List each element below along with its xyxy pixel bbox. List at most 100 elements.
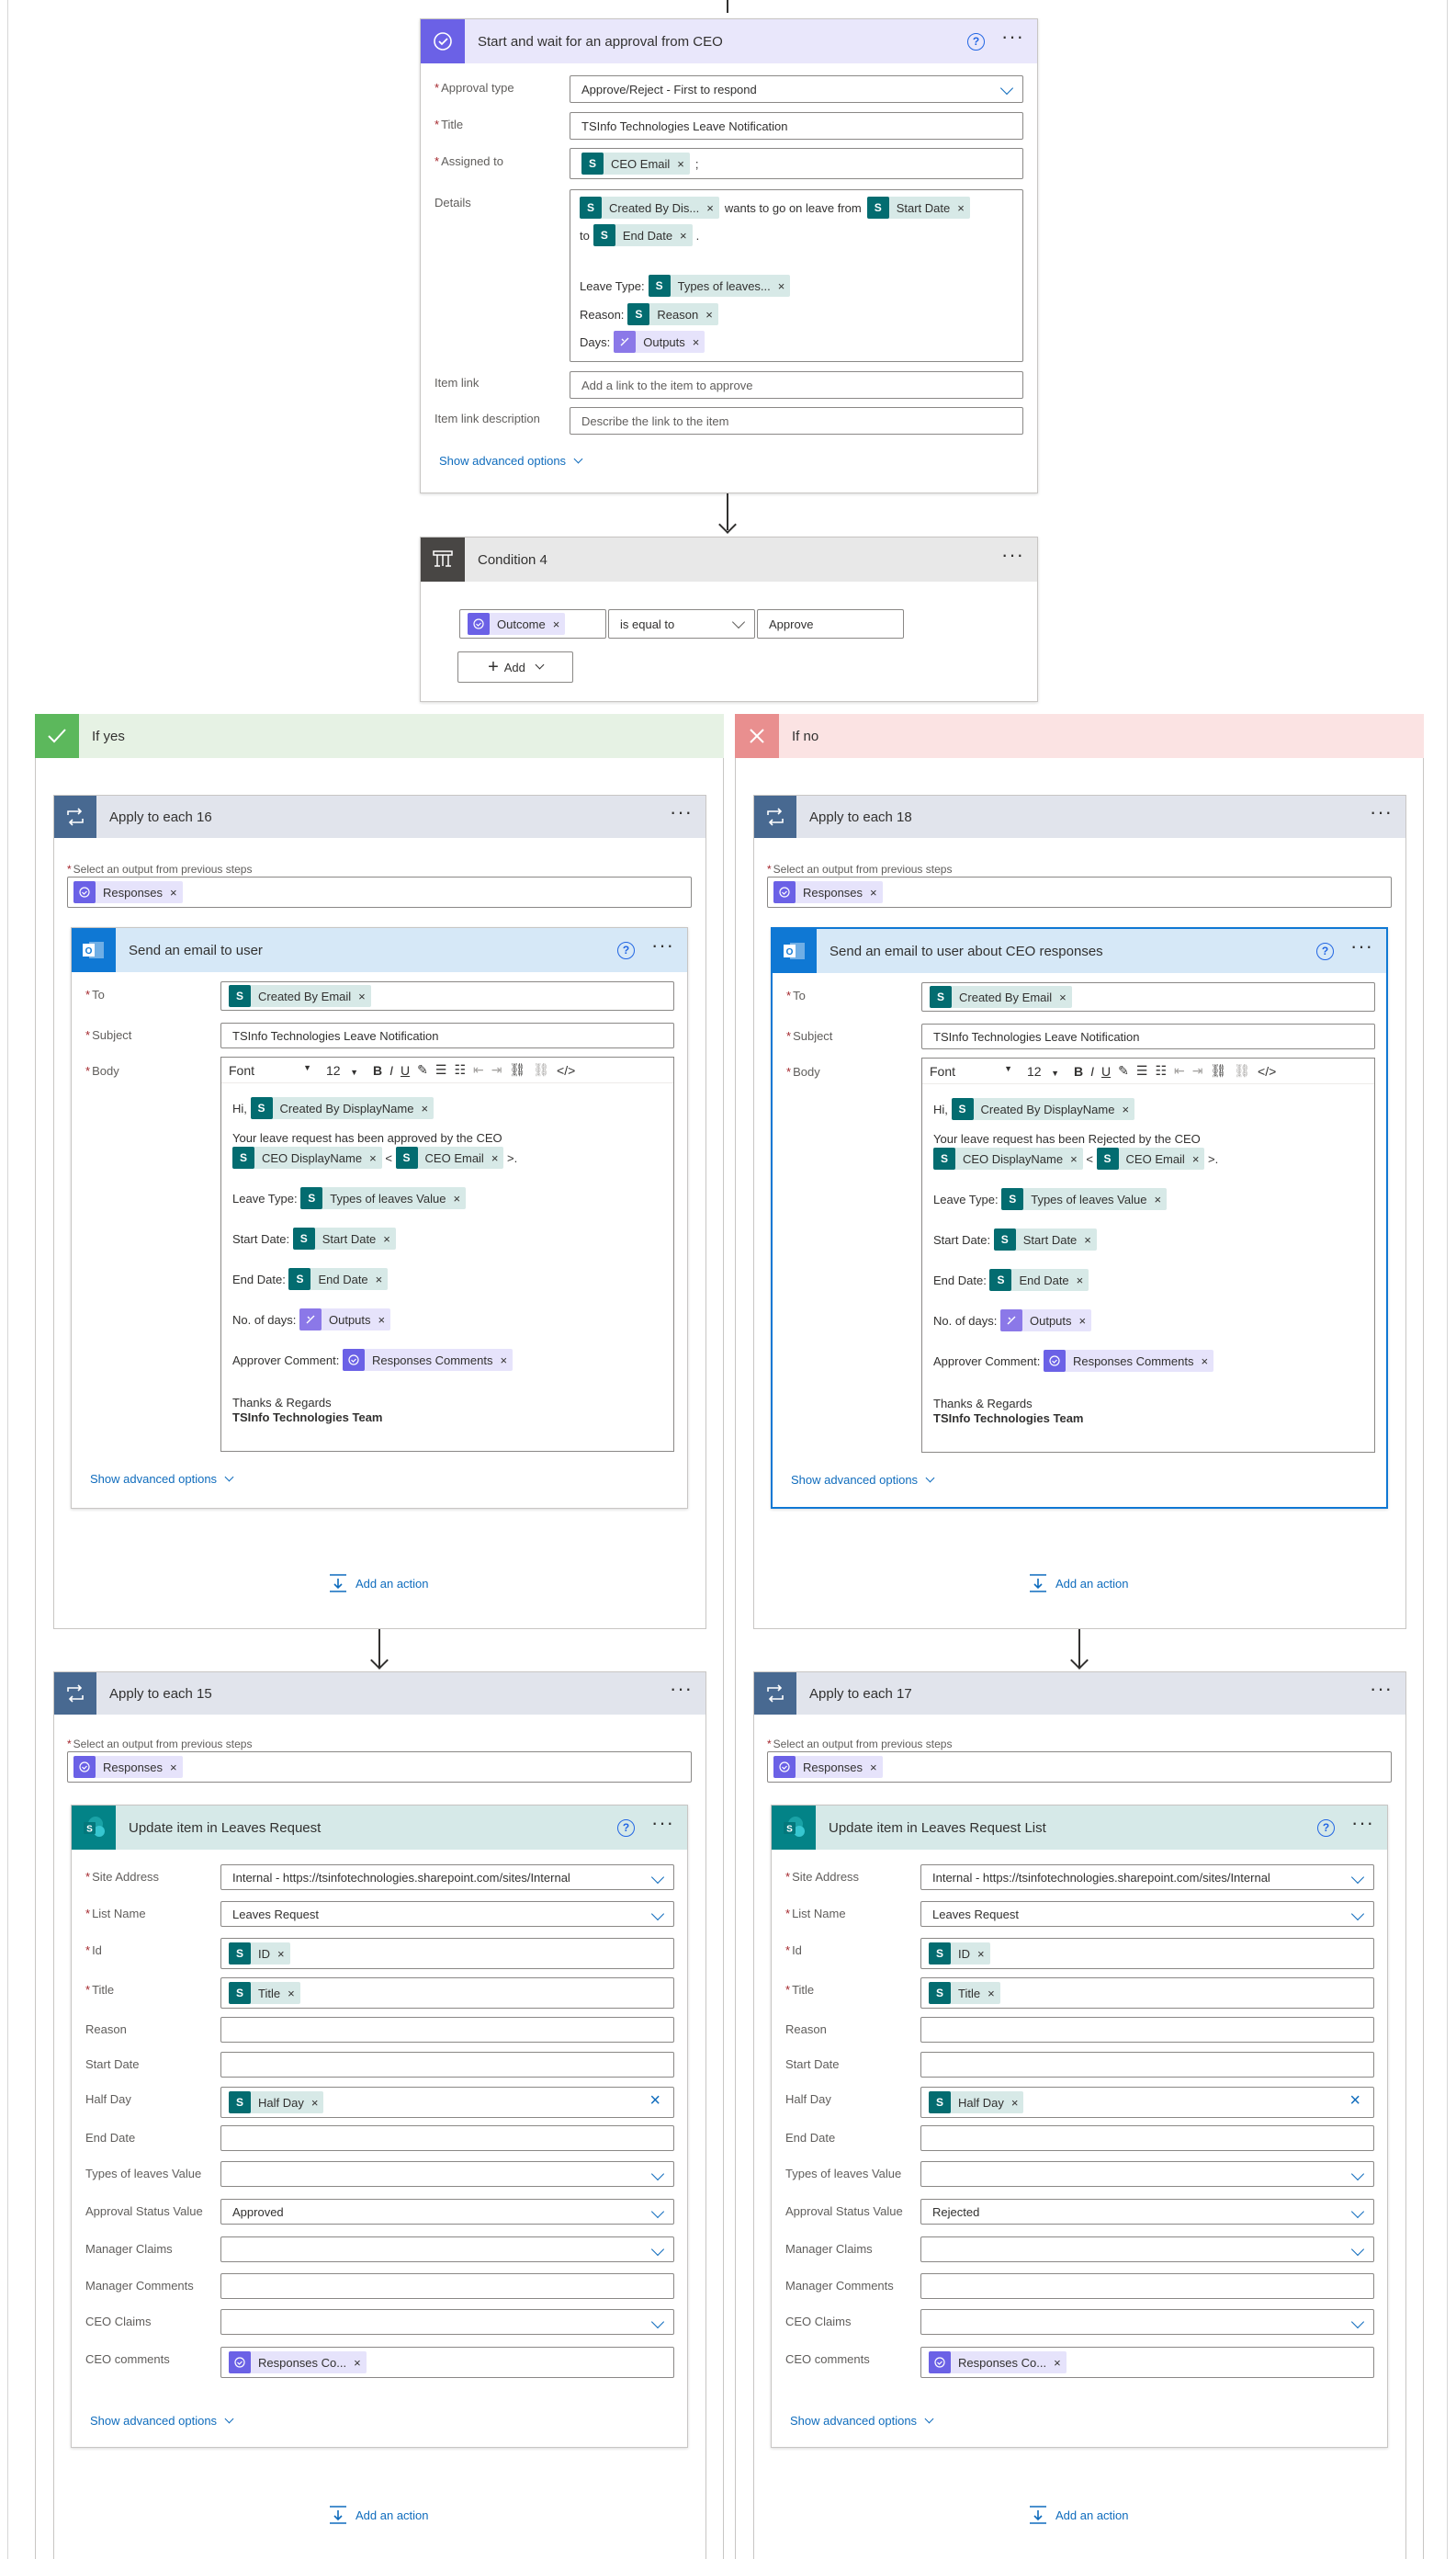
responses-token[interactable]: Responses ×: [773, 1756, 883, 1778]
start-input[interactable]: [220, 2052, 674, 2078]
bold-icon[interactable]: B: [1074, 1064, 1083, 1079]
more-options-icon[interactable]: ···: [1351, 1813, 1374, 1837]
responses-token[interactable]: Responses ×: [73, 881, 183, 903]
created-by-email-token[interactable]: S Created By Email ×: [229, 985, 371, 1007]
email-header[interactable]: O Send an email to user about CEO respon…: [773, 929, 1386, 973]
underline-icon[interactable]: U: [401, 1063, 410, 1078]
more-options-icon[interactable]: ···: [1370, 1679, 1393, 1703]
help-icon[interactable]: ?: [1317, 1818, 1336, 1837]
token[interactable]: Responses Co... ×: [929, 2351, 1067, 2373]
more-options-icon[interactable]: ···: [651, 1813, 674, 1837]
code-view-icon[interactable]: </>: [1258, 1064, 1276, 1079]
mclaims-select[interactable]: [920, 2236, 1374, 2262]
more-options-icon[interactable]: ···: [651, 935, 674, 959]
reason-input[interactable]: [920, 2017, 1374, 2043]
numbered-list-icon[interactable]: ☷: [1155, 1063, 1167, 1079]
decrease-indent-icon[interactable]: ⇤: [1174, 1063, 1185, 1079]
show-advanced-options-link[interactable]: Show advanced options: [790, 2414, 934, 2428]
help-icon[interactable]: ?: [617, 941, 636, 959]
ccomments-input[interactable]: Responses Co... ×: [920, 2347, 1374, 2378]
ccomments-input[interactable]: Responses Co... ×: [220, 2347, 674, 2378]
loop-header[interactable]: Apply to each 15 ···: [54, 1672, 705, 1715]
types-select[interactable]: [920, 2161, 1374, 2187]
add-an-action-button[interactable]: Add an action: [328, 2505, 429, 2525]
unlink-icon[interactable]: ⛓: [1234, 1063, 1250, 1079]
update-item-header[interactable]: S Update item in Leaves Request List ? ·…: [772, 1806, 1387, 1850]
start-input[interactable]: [920, 2052, 1374, 2078]
code-view-icon[interactable]: </>: [557, 1063, 575, 1078]
link-icon[interactable]: ⛓: [1210, 1063, 1226, 1079]
reason-input[interactable]: [220, 2017, 674, 2043]
help-icon[interactable]: ?: [1316, 942, 1335, 960]
bulleted-list-icon[interactable]: ☰: [1136, 1063, 1148, 1079]
id-input[interactable]: S ID ×: [920, 1938, 1374, 1969]
italic-icon[interactable]: I: [1090, 1064, 1094, 1079]
half-input[interactable]: S Half Day × ×: [220, 2087, 674, 2118]
help-icon[interactable]: ?: [617, 1818, 636, 1837]
loop-header[interactable]: Apply to each 16 ···: [54, 796, 705, 838]
list-select[interactable]: Leaves Request: [220, 1901, 674, 1927]
select-output-input[interactable]: Responses ×: [767, 877, 1392, 908]
status-select[interactable]: Approved: [220, 2199, 674, 2225]
increase-indent-icon[interactable]: ⇥: [491, 1062, 502, 1078]
end-input[interactable]: [920, 2125, 1374, 2151]
select-output-input[interactable]: Responses ×: [767, 1751, 1392, 1783]
add-an-action-button[interactable]: Add an action: [328, 1573, 429, 1593]
font-select[interactable]: Font ▼: [930, 1064, 1020, 1079]
token[interactable]: S Half Day ×: [229, 2091, 324, 2113]
select-output-input[interactable]: Responses ×: [67, 1751, 692, 1783]
responses-token[interactable]: Responses ×: [773, 881, 883, 903]
more-options-icon[interactable]: ···: [1350, 936, 1373, 960]
link-icon[interactable]: ⛓: [509, 1062, 525, 1078]
font-select[interactable]: Font ▼: [229, 1063, 319, 1078]
apply-to-each-loop[interactable]: Apply to each 15 ··· * Select an output f…: [53, 1671, 706, 2559]
apply-to-each-loop[interactable]: Apply to each 18 ··· * Select an output f…: [753, 795, 1406, 1629]
unlink-icon[interactable]: ⛓: [533, 1062, 549, 1078]
font-size-select[interactable]: 12 ▼: [326, 1063, 366, 1078]
highlight-icon[interactable]: ✎: [1118, 1063, 1129, 1079]
token[interactable]: S Title ×: [929, 1982, 1000, 2004]
numbered-list-icon[interactable]: ☷: [454, 1062, 466, 1078]
font-size-select[interactable]: 12 ▼: [1027, 1064, 1067, 1079]
select-output-input[interactable]: Responses ×: [67, 877, 692, 908]
subject-input[interactable]: TSInfo Technologies Leave Notification: [220, 1023, 674, 1048]
highlight-icon[interactable]: ✎: [417, 1062, 428, 1078]
types-select[interactable]: [220, 2161, 674, 2187]
decrease-indent-icon[interactable]: ⇤: [473, 1062, 484, 1078]
mclaims-select[interactable]: [220, 2236, 674, 2262]
show-advanced-options-link[interactable]: Show advanced options: [90, 2414, 234, 2428]
more-options-icon[interactable]: ···: [670, 802, 693, 826]
increase-indent-icon[interactable]: ⇥: [1192, 1063, 1203, 1079]
update-item-header[interactable]: S Update item in Leaves Request ? ···: [72, 1806, 687, 1850]
bulleted-list-icon[interactable]: ☰: [435, 1062, 447, 1078]
status-select[interactable]: Rejected: [920, 2199, 1374, 2225]
add-an-action-button[interactable]: Add an action: [1028, 1573, 1129, 1593]
loop-header[interactable]: Apply to each 18 ···: [754, 796, 1405, 838]
underline-icon[interactable]: U: [1101, 1064, 1111, 1079]
title-input[interactable]: S Title ×: [220, 1977, 674, 2009]
apply-to-each-loop[interactable]: Apply to each 17 ··· * Select an output f…: [753, 1671, 1406, 2559]
body-editor[interactable]: Font ▼ 12 ▼ B I U ✎ ☰ ☷ ⇤ ⇥ ⛓ ⛓ </> Hi, S…: [921, 1058, 1375, 1453]
mcomments-input[interactable]: [920, 2273, 1374, 2299]
mcomments-input[interactable]: [220, 2273, 674, 2299]
id-input[interactable]: S ID ×: [220, 1938, 674, 1969]
send-email-card[interactable]: O Send an email to user ? ··· * To S Creat…: [71, 927, 688, 1509]
token[interactable]: S Half Day ×: [929, 2091, 1024, 2113]
created-by-email-token[interactable]: S Created By Email ×: [930, 986, 1072, 1008]
cclaims-select[interactable]: [920, 2309, 1374, 2335]
site-select[interactable]: Internal - https://tsinfotechnologies.sh…: [920, 1864, 1374, 1890]
email-header[interactable]: O Send an email to user ? ···: [72, 928, 687, 972]
update-item-card[interactable]: S Update item in Leaves Request List ? ·…: [771, 1805, 1388, 2448]
italic-icon[interactable]: I: [389, 1063, 393, 1078]
cclaims-select[interactable]: [220, 2309, 674, 2335]
token[interactable]: Responses Co... ×: [229, 2351, 367, 2373]
to-input[interactable]: S Created By Email ×: [921, 982, 1375, 1012]
token[interactable]: S ID ×: [929, 1942, 990, 1965]
half-input[interactable]: S Half Day × ×: [920, 2087, 1374, 2118]
add-an-action-button[interactable]: Add an action: [1028, 2505, 1129, 2525]
show-advanced-options-link[interactable]: Show advanced options: [791, 1473, 935, 1487]
to-input[interactable]: S Created By Email ×: [220, 981, 674, 1011]
token[interactable]: S ID ×: [229, 1942, 290, 1965]
clear-icon[interactable]: ×: [1349, 2090, 1360, 2112]
show-advanced-options-link[interactable]: Show advanced options: [90, 1472, 234, 1486]
